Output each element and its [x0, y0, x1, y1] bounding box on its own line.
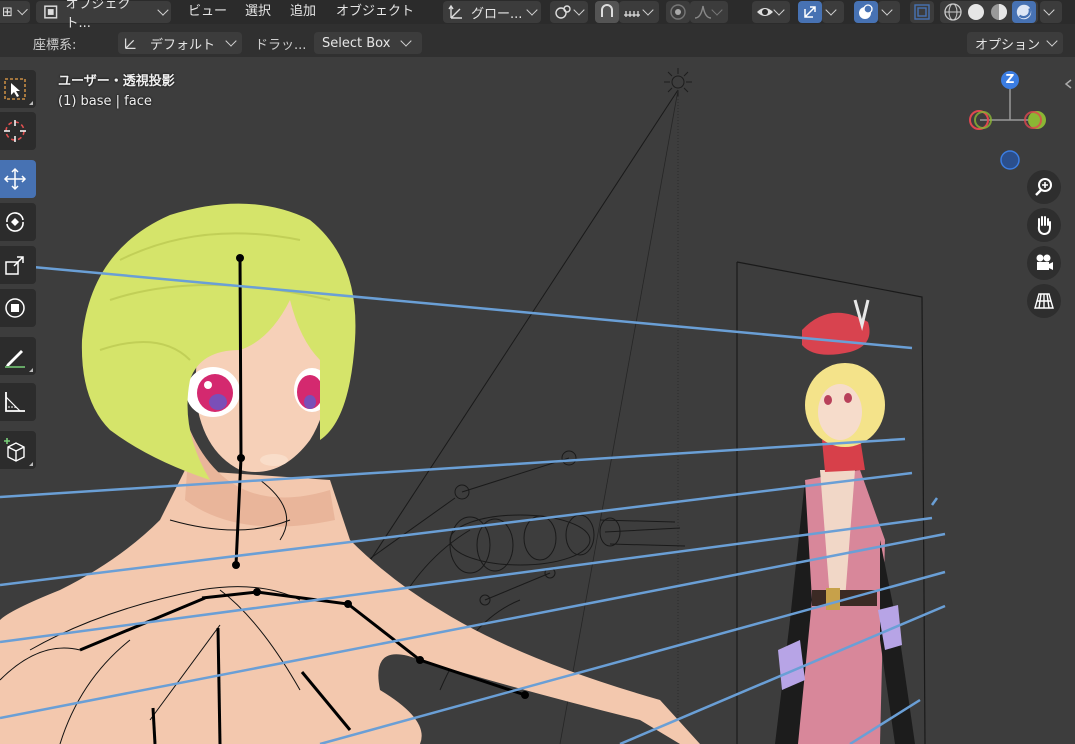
overlay-dropdown[interactable] [878, 1, 900, 23]
tool-settings-bar: 座標系: デフォルト ドラッ... Select Box オプション [0, 29, 1075, 57]
editor-type-icon: ⊞ [2, 4, 13, 20]
zoom-icon [1035, 178, 1052, 196]
drag-action-dropdown[interactable]: Select Box [314, 32, 422, 54]
object-mode-icon [44, 5, 58, 19]
object-info: (1) base | face [58, 94, 152, 109]
menu-add[interactable]: 追加 [290, 1, 316, 23]
camera-view-icon [1036, 254, 1053, 270]
ortho-grid-icon [1034, 293, 1054, 309]
material-shading-icon[interactable] [989, 2, 1009, 22]
transform-orientation-label: グロー... [471, 6, 523, 22]
menu-object[interactable]: オブジェクト [336, 1, 414, 23]
3d-viewport[interactable]: ユーザー・透視投影 (1) base | face Z [0, 57, 1075, 744]
pivot-point-dropdown[interactable] [550, 1, 588, 23]
menu-select[interactable]: 選択 [245, 1, 271, 23]
object-mode-label: オブジェクト... [65, 0, 131, 31]
xray-icon [914, 4, 930, 20]
cursor-tool[interactable] [0, 112, 36, 150]
gizmo-toggle[interactable] [798, 1, 822, 23]
overlay-icon [859, 4, 873, 19]
pan-hand-icon [1037, 216, 1051, 236]
camera-line [559, 89, 679, 744]
coordinate-system-label: 座標系: [33, 38, 77, 53]
transform-pivot-icon [555, 5, 571, 19]
pencil-icon [5, 350, 25, 368]
select-box-tool[interactable] [0, 70, 36, 108]
transform-icon [5, 298, 25, 318]
cursor-arrow-icon [4, 78, 26, 100]
pan-button[interactable] [1027, 208, 1061, 242]
rotate-icon [6, 212, 24, 232]
shading-group [940, 1, 1038, 23]
drag-label: ドラッ... [255, 38, 307, 53]
ruler-icon [5, 392, 25, 412]
scene-render [0, 68, 946, 744]
wireframe-shading-icon[interactable] [943, 2, 963, 22]
axis-z-label: Z [1005, 72, 1015, 86]
rendered-shading-button[interactable] [1012, 1, 1036, 23]
proportional-falloff-dropdown[interactable] [690, 1, 728, 23]
scale-tool[interactable] [0, 246, 36, 284]
axis-z-neg-handle [1000, 150, 1020, 170]
menu-view[interactable]: ビュー [188, 1, 227, 23]
measure-tool[interactable] [0, 383, 36, 421]
scale-icon [5, 256, 24, 275]
snap-toggle[interactable] [595, 1, 619, 23]
snap-target-dropdown[interactable] [619, 1, 659, 23]
viewport-header: ⊞ オブジェクト... ビュー 選択 追加 オブジェクト グロー... [0, 0, 1075, 31]
rotate-tool[interactable] [0, 203, 36, 241]
overlay-toggle[interactable] [854, 1, 878, 23]
transform-tool[interactable] [0, 289, 36, 327]
visibility-dropdown[interactable] [752, 1, 790, 23]
annotate-tool[interactable] [0, 337, 36, 375]
transform-orientation-icon [124, 38, 136, 50]
move-tool[interactable] [0, 160, 36, 198]
gizmo-dropdown[interactable] [822, 1, 844, 23]
editor-type-button[interactable]: ⊞ [0, 1, 30, 23]
snap-icon [601, 4, 613, 17]
camera-view-button[interactable] [1027, 246, 1061, 280]
navigation-gizmo[interactable]: Z [960, 62, 1060, 172]
add-cube-icon [4, 438, 25, 462]
add-cube-tool[interactable] [0, 431, 36, 469]
sidebar-toggle-icon[interactable] [1062, 77, 1075, 91]
shading-dropdown[interactable] [1040, 1, 1062, 23]
options-label: オプション [975, 37, 1041, 53]
move-arrows-icon [3, 167, 27, 191]
xray-toggle[interactable] [910, 1, 934, 23]
view-name: ユーザー・透視投影 [58, 74, 175, 89]
ortho-toggle-button[interactable] [1027, 284, 1061, 318]
coordinate-system-dropdown[interactable]: デフォルト [118, 32, 242, 54]
proportional-edit-icon [670, 4, 686, 20]
snap-increment-icon [624, 11, 640, 17]
gizmo-icon [804, 6, 816, 18]
transform-orientation-icon [448, 4, 462, 19]
3d-cursor-icon [4, 120, 26, 142]
zoom-button[interactable] [1027, 170, 1061, 204]
transform-orientation-dropdown[interactable]: グロー... [443, 1, 541, 23]
object-mode-dropdown[interactable]: オブジェクト... [36, 0, 171, 31]
options-dropdown[interactable]: オプション [967, 32, 1063, 54]
visibility-icon [757, 8, 773, 16]
rendered-shading-icon [1016, 4, 1032, 20]
proportional-edit-toggle[interactable] [666, 1, 690, 23]
drag-action-value: Select Box [322, 35, 391, 51]
coordinate-system-value: デフォルト [150, 37, 216, 53]
solid-shading-icon[interactable] [966, 2, 986, 22]
proportional-falloff-icon [694, 5, 712, 19]
